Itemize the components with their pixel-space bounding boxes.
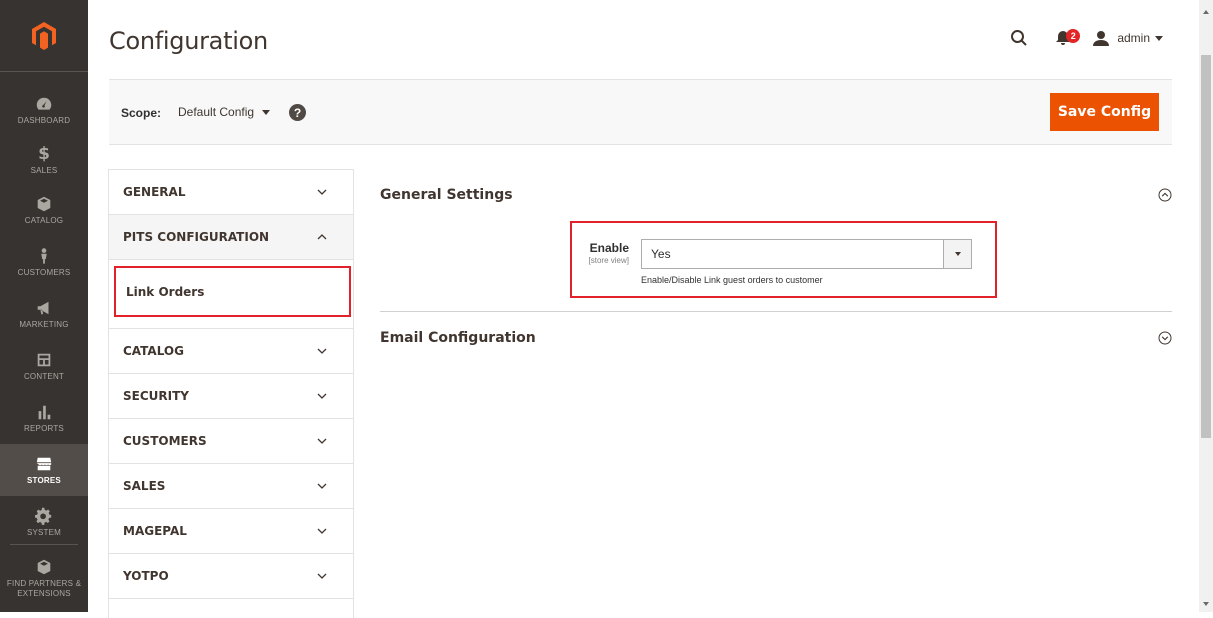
- scroll-thumb[interactable]: [1201, 55, 1211, 438]
- scroll-up-icon[interactable]: [1203, 10, 1209, 14]
- menu-label: CATALOG: [24, 215, 64, 225]
- field-note: Enable/Disable Link guest orders to cust…: [641, 275, 823, 285]
- tab-magepal[interactable]: MAGEPAL: [108, 508, 354, 553]
- user-icon: [1093, 31, 1110, 46]
- scope-label: Scope:: [121, 106, 162, 120]
- layout-icon: [34, 351, 54, 369]
- enable-field-row: Enable [store view] Yes Enable/Disable L…: [570, 221, 997, 298]
- chevron-down-icon: [943, 240, 971, 268]
- search-button[interactable]: [1007, 26, 1031, 50]
- section-email-configuration: Email Configuration: [380, 330, 1172, 346]
- cube-icon: [34, 558, 54, 576]
- admin-menu: DASHBOARD $ SALES CATALOG CUSTOMERS MARK…: [0, 0, 88, 612]
- header-actions: 2 admin: [1007, 26, 1163, 50]
- chevron-down-icon: [317, 438, 327, 444]
- chevron-down-icon: [317, 528, 327, 534]
- chevron-down-icon: [317, 393, 327, 399]
- menu-label: CUSTOMERS: [17, 267, 71, 277]
- chevron-up-icon: [317, 234, 327, 240]
- scroll-down-icon[interactable]: [1203, 602, 1209, 606]
- person-icon: [34, 247, 54, 265]
- menu-item-content[interactable]: CONTENT: [0, 340, 88, 392]
- user-menu-button[interactable]: admin: [1093, 30, 1163, 46]
- notification-count-badge: 2: [1066, 29, 1081, 43]
- scope-value: Default Config: [178, 105, 255, 119]
- tab-label: SECURITY: [123, 389, 189, 403]
- notifications-button[interactable]: 2: [1055, 27, 1081, 49]
- tab-security[interactable]: SECURITY: [108, 373, 354, 418]
- chevron-down-icon: [317, 573, 327, 579]
- menu-item-dashboard[interactable]: DASHBOARD: [0, 84, 88, 136]
- menu-item-reports[interactable]: REPORTS: [0, 392, 88, 444]
- menu-label: SYSTEM: [26, 527, 62, 537]
- collapse-icon: [1158, 188, 1172, 202]
- tab-yotpo[interactable]: YOTPO: [108, 553, 354, 598]
- gear-icon: [34, 507, 54, 525]
- chevron-down-icon: [317, 189, 327, 195]
- menu-item-sales[interactable]: $ SALES: [0, 134, 88, 186]
- dollar-icon: $: [38, 143, 50, 164]
- tab-general[interactable]: GENERAL: [108, 169, 354, 214]
- enable-select[interactable]: Yes: [641, 239, 972, 269]
- menu-label: MARKETING: [19, 319, 69, 329]
- menu-label: SALES: [30, 165, 58, 175]
- menu-item-marketing[interactable]: MARKETING: [0, 288, 88, 340]
- help-icon[interactable]: ?: [289, 104, 306, 121]
- menu-label: DASHBOARD: [17, 115, 71, 125]
- chevron-down-icon: [317, 348, 327, 354]
- tab-next[interactable]: [108, 598, 354, 618]
- tab-label: MAGEPAL: [123, 524, 187, 538]
- page-title: Configuration: [109, 27, 268, 55]
- search-icon: [1011, 30, 1028, 46]
- menu-item-find-partners[interactable]: FIND PARTNERS & EXTENSIONS: [0, 550, 88, 606]
- tab-label: GENERAL: [123, 185, 186, 199]
- menu-item-catalog[interactable]: CATALOG: [0, 184, 88, 236]
- menu-divider: [10, 544, 78, 545]
- menu-item-stores[interactable]: STORES: [0, 444, 88, 496]
- field-label: Enable: [589, 241, 629, 255]
- tab-pits-configuration[interactable]: PITS CONFIGURATION: [108, 214, 354, 259]
- page-scrollbar[interactable]: [1199, 0, 1213, 612]
- user-name: admin: [1117, 31, 1150, 45]
- select-value: Yes: [651, 247, 671, 261]
- menu-label: REPORTS: [24, 423, 64, 433]
- tab-sales[interactable]: SALES: [108, 463, 354, 508]
- menu-label: FIND PARTNERS & EXTENSIONS: [6, 578, 82, 598]
- chevron-down-icon: [262, 109, 271, 115]
- tab-label: PITS CONFIGURATION: [123, 230, 270, 244]
- menu-item-customers[interactable]: CUSTOMERS: [0, 236, 88, 288]
- section-general-settings: General Settings: [380, 187, 1172, 203]
- megaphone-icon: [34, 299, 54, 317]
- magento-logo[interactable]: [0, 0, 88, 72]
- section-title: General Settings: [380, 187, 513, 203]
- chevron-down-icon: [317, 483, 327, 489]
- box-icon: [34, 195, 54, 213]
- chevron-down-icon: [1155, 35, 1163, 41]
- config-tabs: GENERAL PITS CONFIGURATION CATALOG SECUR…: [108, 169, 354, 618]
- bar-chart-icon: [34, 403, 54, 421]
- expand-icon: [1158, 331, 1172, 345]
- section-title: Email Configuration: [380, 330, 536, 346]
- section-general-settings-header[interactable]: General Settings: [380, 187, 1172, 203]
- scope-switcher[interactable]: Default Config: [178, 105, 271, 119]
- store-icon: [34, 455, 54, 473]
- tab-label: SALES: [123, 479, 166, 493]
- magento-logo-icon: [32, 21, 56, 50]
- tab-customers[interactable]: CUSTOMERS: [108, 418, 354, 463]
- tab-label: CATALOG: [123, 344, 184, 358]
- section-divider: [380, 311, 1172, 312]
- tab-label: CUSTOMERS: [123, 434, 207, 448]
- section-email-configuration-header[interactable]: Email Configuration: [380, 330, 1172, 346]
- field-scope: [store view]: [588, 256, 629, 265]
- save-config-button[interactable]: Save Config: [1050, 93, 1159, 131]
- menu-label: STORES: [27, 475, 61, 485]
- menu-item-system[interactable]: SYSTEM: [0, 496, 88, 548]
- menu-label: CONTENT: [23, 371, 65, 381]
- tab-catalog[interactable]: CATALOG: [108, 328, 354, 373]
- tab-label: YOTPO: [123, 569, 169, 583]
- dashboard-icon: [34, 95, 54, 113]
- scope-bar: Scope: Default Config ? Save Config: [109, 79, 1172, 145]
- tab-subitem-link-orders[interactable]: Link Orders: [114, 266, 351, 317]
- enable-field-label: Enable [store view]: [589, 241, 629, 265]
